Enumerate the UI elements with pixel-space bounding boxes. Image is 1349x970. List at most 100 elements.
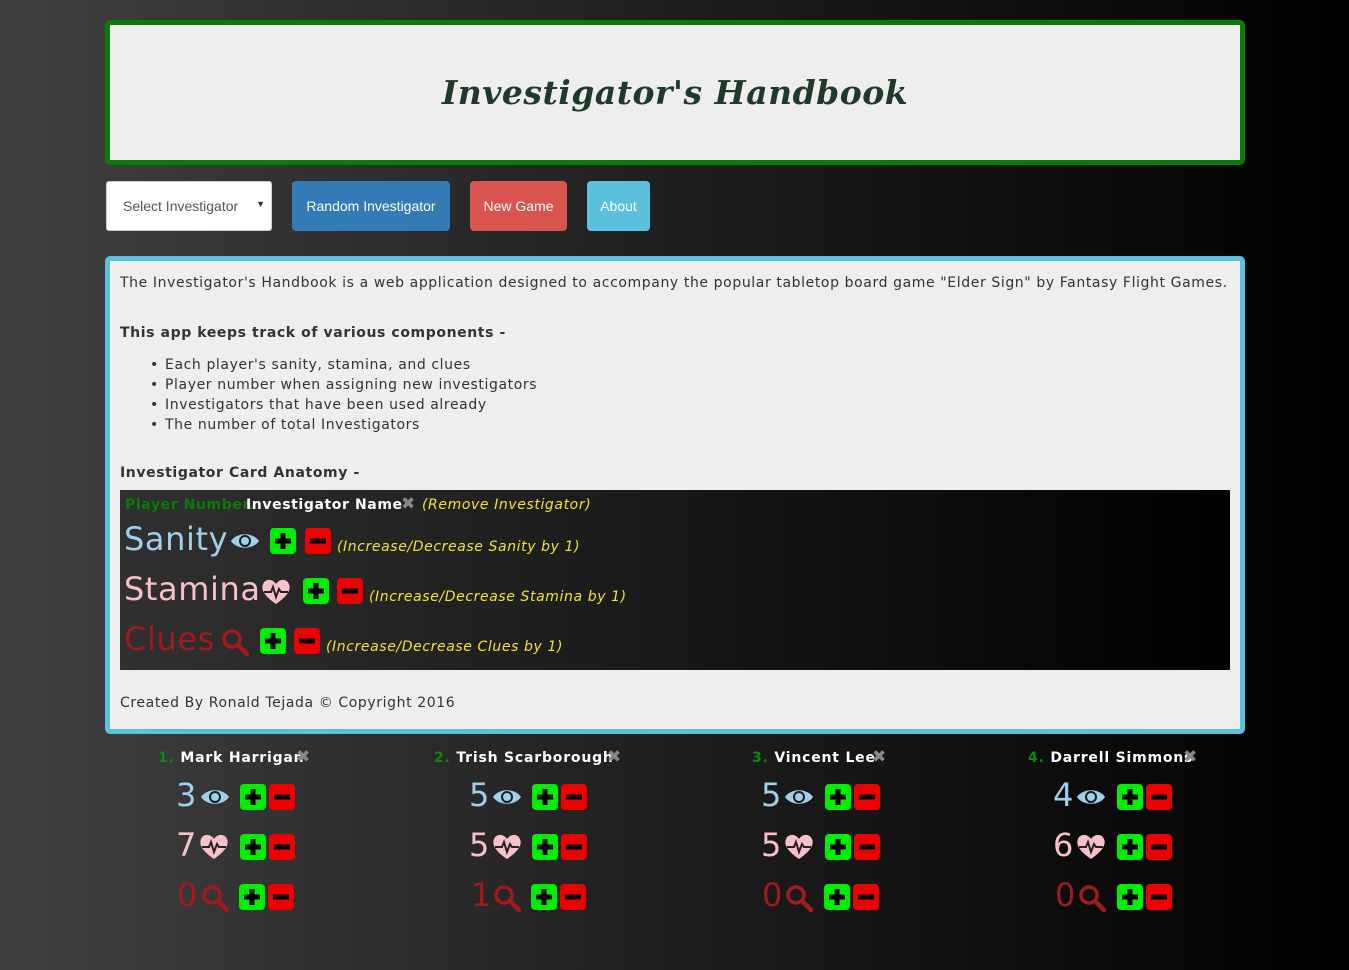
- minus-icon: [859, 794, 875, 800]
- clues-plus-button[interactable]: [1117, 884, 1143, 910]
- heartbeat-icon: [262, 579, 290, 604]
- minus-icon: [566, 794, 582, 800]
- clues-plus-button[interactable]: [531, 884, 557, 910]
- clues-minus-button[interactable]: [853, 884, 879, 910]
- anatomy-stamina-note: (Increase/Decrease Stamina by 1): [369, 589, 627, 605]
- eye-icon: [201, 790, 229, 804]
- stamina-plus-button[interactable]: [1117, 834, 1143, 860]
- page-title: Investigator's Handbook: [441, 73, 909, 112]
- close-icon: ✖: [401, 494, 416, 514]
- heartbeat-icon: [785, 834, 813, 859]
- investigator-name: Vincent Lee: [774, 750, 876, 766]
- stamina-plus-button[interactable]: [825, 834, 851, 860]
- eye-icon: [231, 534, 259, 548]
- list-item: The number of total Investigators: [150, 415, 537, 435]
- sanity-plus-button[interactable]: [240, 784, 266, 810]
- investigator-card: 2. Trish Scarborough ✖ 5 5 1: [434, 747, 634, 918]
- anatomy-investigator-name: Investigator Name: [246, 497, 403, 513]
- anatomy-clues-minus-button[interactable]: [294, 628, 320, 654]
- eye-icon: [1077, 790, 1105, 804]
- heartbeat-icon: [493, 834, 521, 859]
- sanity-value: 5: [761, 776, 782, 814]
- investigator-card: 3. Vincent Lee ✖ 5 5 0: [752, 747, 912, 918]
- clues-minus-button[interactable]: [560, 884, 586, 910]
- plus-icon: [537, 789, 553, 805]
- sanity-plus-button[interactable]: [1117, 784, 1143, 810]
- stamina-minus-button[interactable]: [561, 834, 587, 860]
- stamina-value: 5: [469, 826, 490, 864]
- anatomy-remove-note: (Remove Investigator): [422, 497, 592, 513]
- clues-minus-button[interactable]: [1146, 884, 1172, 910]
- investigator-title: 3. Vincent Lee: [752, 750, 876, 766]
- stamina-plus-button[interactable]: [532, 834, 558, 860]
- plus-icon: [1122, 889, 1138, 905]
- about-panel: The Investigator's Handbook is a web app…: [105, 256, 1245, 734]
- random-investigator-button[interactable]: Random Investigator: [292, 181, 450, 231]
- anatomy-clues-plus-button[interactable]: [260, 628, 286, 654]
- clues-value: 1: [471, 876, 492, 914]
- anatomy-clues-note: (Increase/Decrease Clues by 1): [326, 639, 564, 655]
- anatomy-sanity-plus-button[interactable]: [270, 528, 296, 554]
- about-intro: The Investigator's Handbook is a web app…: [120, 275, 1228, 291]
- sanity-value: 4: [1053, 776, 1074, 814]
- anatomy-card: Player Number. Investigator Name ✖ (Remo…: [120, 490, 1230, 670]
- sanity-minus-button[interactable]: [854, 784, 880, 810]
- stamina-value: 5: [761, 826, 782, 864]
- investigator-name: Mark Harrigan: [180, 750, 305, 766]
- copyright-footer: Created By Ronald Tejada © Copyright 201…: [120, 695, 456, 711]
- minus-icon: [1151, 894, 1167, 900]
- remove-investigator-button[interactable]: ✖: [1183, 747, 1197, 767]
- anatomy-sanity-minus-button[interactable]: [305, 528, 331, 554]
- minus-icon: [1151, 844, 1167, 850]
- clues-value: 0: [762, 876, 783, 914]
- stamina-minus-button[interactable]: [854, 834, 880, 860]
- clues-minus-button[interactable]: [268, 884, 294, 910]
- player-number: 2.: [434, 750, 451, 766]
- eye-icon: [493, 790, 521, 804]
- investigator-select[interactable]: Select Investigator ▼: [106, 181, 272, 231]
- stamina-value: 6: [1053, 826, 1074, 864]
- investigator-title: 1. Mark Harrigan: [158, 750, 304, 766]
- search-icon: [202, 885, 229, 912]
- investigator-select-label: Select Investigator: [123, 198, 239, 214]
- minus-icon: [858, 894, 874, 900]
- header-banner: Investigator's Handbook: [105, 20, 1245, 165]
- sanity-value: 3: [176, 776, 197, 814]
- plus-icon: [245, 789, 261, 805]
- list-item: Each player's sanity, stamina, and clues: [150, 355, 537, 375]
- minus-icon: [274, 794, 290, 800]
- anatomy-stamina-minus-button[interactable]: [337, 578, 363, 604]
- sanity-minus-button[interactable]: [1146, 784, 1172, 810]
- features-heading: This app keeps track of various componen…: [120, 325, 506, 341]
- anatomy-player-number: Player Number.: [125, 497, 254, 513]
- sanity-plus-button[interactable]: [532, 784, 558, 810]
- heartbeat-icon: [200, 834, 228, 859]
- player-number: 4.: [1028, 750, 1045, 766]
- sanity-plus-button[interactable]: [825, 784, 851, 810]
- sanity-minus-button[interactable]: [561, 784, 587, 810]
- plus-icon: [829, 889, 845, 905]
- about-button[interactable]: About: [587, 181, 650, 231]
- plus-icon: [244, 889, 260, 905]
- remove-investigator-button[interactable]: ✖: [296, 747, 310, 767]
- plus-icon: [245, 839, 261, 855]
- stamina-plus-button[interactable]: [240, 834, 266, 860]
- features-list: Each player's sanity, stamina, and clues…: [150, 355, 537, 435]
- remove-investigator-button[interactable]: ✖: [872, 747, 886, 767]
- remove-investigator-button[interactable]: ✖: [607, 747, 621, 767]
- plus-icon: [537, 839, 553, 855]
- plus-icon: [1122, 839, 1138, 855]
- stamina-minus-button[interactable]: [1146, 834, 1172, 860]
- plus-icon: [308, 583, 324, 599]
- clues-plus-button[interactable]: [824, 884, 850, 910]
- clues-plus-button[interactable]: [239, 884, 265, 910]
- new-game-button[interactable]: New Game: [470, 181, 567, 231]
- heartbeat-icon: [1077, 834, 1105, 859]
- stamina-minus-button[interactable]: [269, 834, 295, 860]
- dropdown-arrow-icon: ▼: [256, 199, 265, 209]
- sanity-minus-button[interactable]: [269, 784, 295, 810]
- anatomy-stamina-plus-button[interactable]: [303, 578, 329, 604]
- player-number: 1.: [158, 750, 175, 766]
- plus-icon: [275, 533, 291, 549]
- investigator-title: 2. Trish Scarborough: [434, 750, 614, 766]
